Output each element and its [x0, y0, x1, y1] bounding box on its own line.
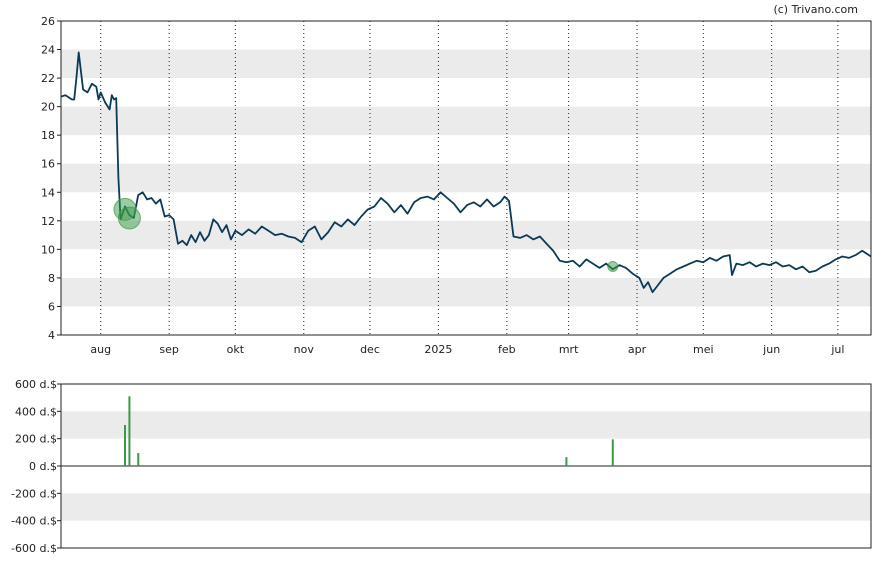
volume-y-tick-label: -600 d.$	[11, 542, 57, 555]
y-tick-label: 22	[41, 72, 55, 85]
y-tick-label: 16	[41, 158, 55, 171]
volume-band	[61, 493, 871, 521]
y-tick-label: 26	[41, 15, 55, 28]
volume-bar	[137, 453, 140, 466]
x-tick-label: aug	[90, 343, 111, 356]
x-tick-label: dec	[360, 343, 380, 356]
trade-marker	[117, 206, 141, 230]
price-band	[61, 106, 871, 136]
x-tick-label: apr	[628, 343, 647, 356]
volume-y-tick-label: 200 d.$	[15, 433, 57, 446]
x-tick-label: 2025	[424, 343, 452, 356]
price-band	[61, 277, 871, 307]
price-band	[61, 163, 871, 193]
price-band	[61, 220, 871, 250]
y-tick-label: 12	[41, 215, 55, 228]
x-tick-label: okt	[227, 343, 245, 356]
y-tick-label: 24	[41, 44, 55, 57]
volume-y-tick-label: 400 d.$	[15, 405, 57, 418]
trade-marker	[607, 260, 619, 272]
x-tick-label: jun	[762, 343, 780, 356]
y-tick-label: 20	[41, 101, 55, 114]
y-tick-label: 6	[48, 300, 55, 313]
y-tick-label: 4	[48, 329, 55, 342]
volume-bar	[124, 425, 127, 466]
volume-bar	[565, 457, 568, 466]
volume-y-tick-label: 600 d.$	[15, 378, 57, 391]
y-tick-label: 18	[41, 129, 55, 142]
volume-y-tick-label: 0 d.$	[29, 460, 57, 473]
x-tick-label: feb	[498, 343, 516, 356]
x-tick-label: sep	[159, 343, 178, 356]
y-tick-label: 8	[48, 272, 55, 285]
x-tick-label: jul	[830, 343, 844, 356]
y-tick-label: 14	[41, 186, 55, 199]
chart-container: aug sep okt nov dec 2025 feb mrt apr mei jun jul 4 6 8…	[0, 0, 888, 565]
volume-y-tick-label: -200 d.$	[11, 487, 57, 500]
volume-bar	[128, 396, 131, 466]
volume-bar	[611, 439, 614, 466]
watermark: (c) Trivano.com	[773, 3, 858, 16]
background-bands	[61, 49, 871, 521]
x-tick-label: mei	[693, 343, 714, 356]
volume-y-tick-label: -400 d.$	[11, 515, 57, 528]
chart-svg: aug sep okt nov dec 2025 feb mrt apr mei jun jul 4 6 8…	[11, 3, 872, 555]
y-tick-label: 10	[41, 243, 55, 256]
x-tick-label: nov	[294, 343, 315, 356]
volume-band	[61, 411, 871, 439]
x-tick-label: mrt	[559, 343, 579, 356]
price-band	[61, 49, 871, 79]
